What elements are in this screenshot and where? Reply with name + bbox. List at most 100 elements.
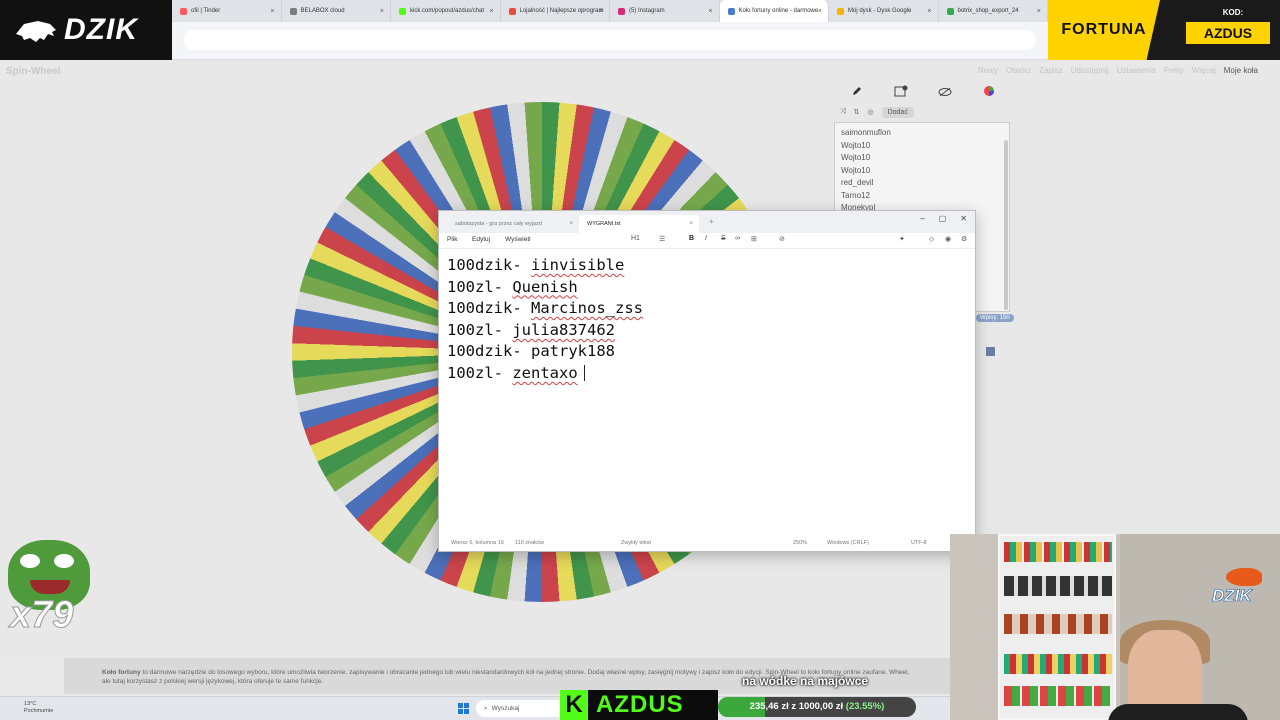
close-icon[interactable]: × <box>569 221 573 227</box>
maximize-icon[interactable]: ▢ <box>939 214 947 223</box>
close-icon[interactable]: × <box>818 8 822 15</box>
image-icon[interactable]: ◎ <box>867 108 873 116</box>
nav-item[interactable]: Pełny <box>1164 66 1184 75</box>
copilot-icon[interactable]: ✦ <box>899 235 905 243</box>
browser-tab-label: Koło fortuny online - darmowe <box>738 8 819 14</box>
menu-file[interactable]: Plik <box>447 236 457 243</box>
shuffle-icon[interactable]: ⤨ <box>840 108 846 116</box>
list-icon[interactable]: ☰ <box>659 235 665 243</box>
notepad-tab-wygrani[interactable]: WYGRANI.txt × <box>579 215 699 233</box>
winner-line: 100zl- Quenish <box>447 277 643 299</box>
entry-line: Tarno12 <box>841 190 870 200</box>
notepad-tab-sabotazysta[interactable]: sabotazysta - gra przez cały wyjazd × <box>447 215 579 233</box>
hide-icon[interactable] <box>938 84 952 102</box>
close-icon[interactable]: × <box>599 8 603 15</box>
browser-tab[interactable]: ofil | Tinder × <box>172 0 282 22</box>
clear-format-icon[interactable]: ⊘ <box>779 235 785 243</box>
heading-dropdown[interactable]: H1 <box>631 235 640 242</box>
ai-icon[interactable]: ◇ <box>929 235 934 243</box>
browser-tab[interactable]: kick.com/popout/azdus/chat × <box>391 0 501 22</box>
close-icon[interactable]: × <box>927 8 931 15</box>
winner-name: Quenish <box>512 277 578 296</box>
temperature: 13°C <box>24 701 37 707</box>
encoding: UTF-8 <box>911 540 927 546</box>
description-lead: Koło fortuny <box>102 669 141 676</box>
menu-edit[interactable]: Edytuj <box>472 236 490 243</box>
close-icon[interactable]: ✕ <box>960 214 967 223</box>
notepad-window[interactable]: sabotazysta - gra przez cały wyjazd × WY… <box>438 210 976 552</box>
strikethrough-icon[interactable]: S <box>721 235 726 242</box>
text-caret <box>583 365 585 382</box>
search-placeholder: Wyszukaj <box>491 705 520 712</box>
close-square-icon[interactable] <box>986 347 995 356</box>
entry-line: Wojto10 <box>841 140 871 150</box>
donation-goal-title: na wódke na majówce <box>742 674 869 688</box>
browser-tab[interactable]: (5) Instagram × <box>610 0 720 22</box>
close-icon[interactable]: × <box>708 8 712 15</box>
link-icon[interactable]: ∞ <box>735 235 740 242</box>
menu-view[interactable]: Wyświetl <box>505 236 531 243</box>
format-mode[interactable]: Zwykły tekst <box>621 540 651 546</box>
pepe-emote: x79 <box>4 540 90 640</box>
entries-scrollbar[interactable] <box>1004 140 1008 310</box>
favicon-icon <box>946 7 954 15</box>
settings-gear-icon[interactable]: ⚙ <box>961 235 967 243</box>
palette-icon[interactable] <box>983 84 995 102</box>
windows-start-icon[interactable] <box>458 703 469 714</box>
nav-item[interactable]: Nowy <box>978 66 998 75</box>
close-icon[interactable]: × <box>270 8 274 15</box>
close-icon[interactable]: × <box>380 8 384 15</box>
sort-icon[interactable]: ⇅ <box>854 108 860 116</box>
my-wheels-link[interactable]: Moje koła <box>1224 66 1258 75</box>
nav-item[interactable]: Więcej <box>1192 66 1216 75</box>
page-title: Spin-Wheel <box>6 66 61 77</box>
browser-tab-label: ofil | Tinder <box>191 8 221 14</box>
nav-item[interactable]: Udostępnij <box>1071 66 1109 75</box>
kick-channel-name: AZDUS <box>596 691 684 718</box>
browser-tab-label: (5) Instagram <box>629 8 665 14</box>
pencil-icon[interactable] <box>851 84 863 102</box>
line-ending: Windows (CRLF) <box>827 540 869 546</box>
table-icon[interactable]: ⊞ <box>751 235 757 243</box>
weather-widget[interactable]: 13°C Pochmurnie <box>24 701 53 715</box>
boar-icon <box>16 21 56 42</box>
favicon-icon <box>727 7 735 15</box>
goal-amount: 235,46 zł z 1000,00 zł <box>749 701 844 712</box>
account-icon[interactable]: ◉ <box>945 235 951 243</box>
prize-prefix: 100dzik- <box>447 256 531 274</box>
close-icon[interactable]: × <box>689 221 693 227</box>
code-label: KOD: <box>1222 8 1244 17</box>
zoom-level[interactable]: 250% <box>793 540 807 546</box>
streamer-shirt <box>1108 704 1248 720</box>
favicon-icon <box>399 7 406 15</box>
taskbar-search[interactable]: ⌕ Wyszukaj <box>476 700 566 717</box>
tab-label: WYGRANI.txt <box>587 221 621 227</box>
gallery-icon[interactable] <box>894 84 908 102</box>
browser-tab[interactable]: Mój dysk - Dysk Google × <box>829 0 939 22</box>
new-tab-icon[interactable]: + <box>709 217 714 226</box>
nav-item[interactable]: Zapisz <box>1039 66 1063 75</box>
italic-icon[interactable]: I <box>705 235 707 242</box>
window-controls: – ▢ ✕ <box>920 214 967 223</box>
browser-tab[interactable]: BELABOX cloud × <box>282 0 391 22</box>
browser-tab[interactable]: Lojalność | Najlepsze oprogram × <box>501 0 610 22</box>
nav-item[interactable]: Ustawienia <box>1117 66 1156 75</box>
logo-text: DZIK <box>64 13 138 46</box>
favicon-icon <box>180 7 187 15</box>
browser-address-bar <box>172 22 1048 60</box>
bold-icon[interactable]: B <box>689 235 694 242</box>
browser-tab[interactable]: Koło fortuny online - darmowe × <box>719 0 829 22</box>
nav-item[interactable]: Otwórz <box>1006 66 1031 75</box>
prize-prefix: 100zl- <box>447 363 513 382</box>
notepad-editor[interactable]: 100dzik- iinvisible 100zl- Quenish 100dzik… <box>447 255 643 385</box>
url-input[interactable] <box>184 30 1036 50</box>
add-button[interactable]: Dodać <box>881 106 914 118</box>
browser-tab[interactable]: botrix_shop_export_24 × <box>939 0 1048 22</box>
winner-line: 100dzik- iinvisible <box>447 255 643 277</box>
entry-line: red_devil <box>841 178 874 187</box>
close-icon[interactable]: × <box>1037 8 1041 15</box>
minimize-icon[interactable]: – <box>920 214 924 223</box>
close-icon[interactable]: × <box>489 8 493 15</box>
donation-goal-bar: 235,46 zł z 1000,00 zł (23.55%) <box>718 697 916 717</box>
browser-tab-label: kick.com/popout/azdus/chat <box>410 8 485 14</box>
